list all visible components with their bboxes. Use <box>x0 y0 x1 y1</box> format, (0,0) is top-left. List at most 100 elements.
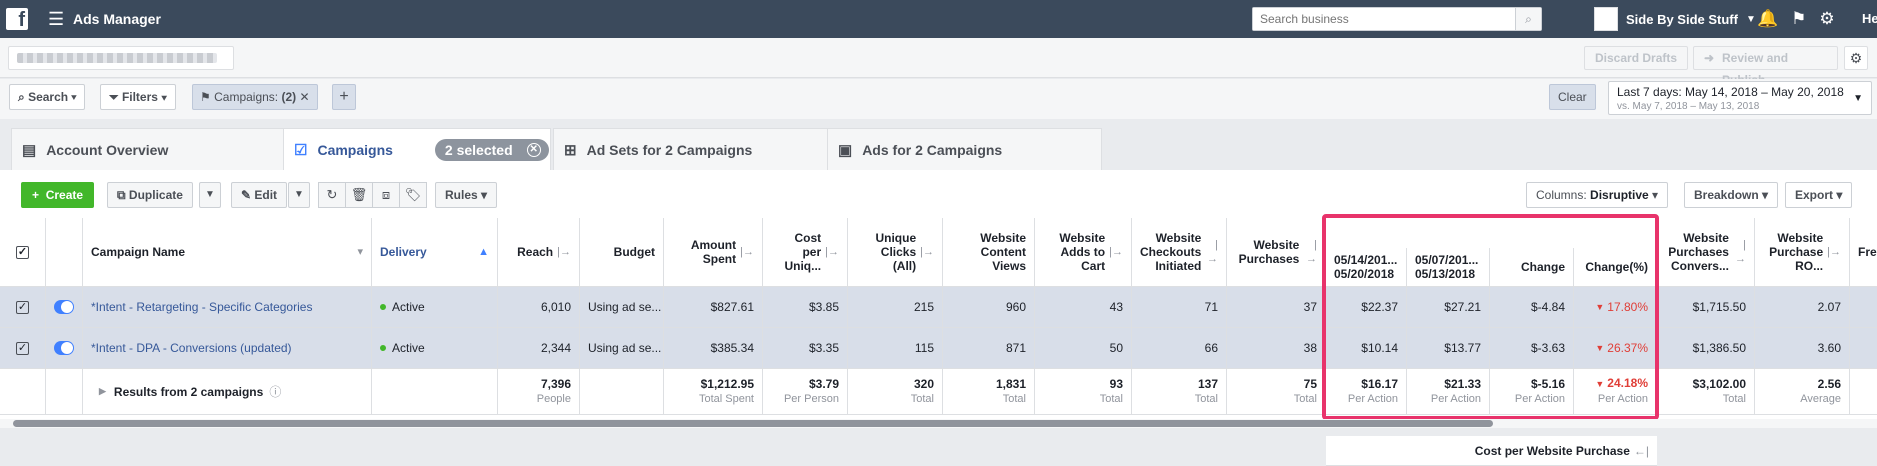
create-button[interactable]: + Create <box>21 182 95 208</box>
search-icon[interactable]: ⌕ <box>1515 8 1541 30</box>
account-selector[interactable]: Side By Side Stuff ▼ <box>1594 7 1756 31</box>
filters-button[interactable]: ⏷ Filters ▾ <box>100 84 177 110</box>
header-label: Website Purchase RO... <box>1769 231 1824 273</box>
trash-icon[interactable]: 🗑 <box>345 182 373 208</box>
unique-clicks-cell: 215 <box>848 287 943 327</box>
edit-button[interactable]: ✎ Edit <box>231 182 288 208</box>
header-adds-to-cart[interactable]: Website Adds to Cart |→ <box>1035 218 1132 287</box>
campaign-name-link[interactable]: *Intent - Retargeting - Specific Categor… <box>83 287 372 327</box>
status-dot-icon <box>380 304 386 310</box>
header-delivery[interactable]: Delivery ▲ <box>372 218 498 287</box>
change-pct-value: 17.80% <box>1607 300 1648 314</box>
header-budget[interactable]: Budget <box>580 218 664 287</box>
totals-clicks: 320 Total <box>848 369 943 414</box>
row-checkbox[interactable]: ✓ <box>0 287 46 327</box>
tab-label: Ads for 2 Campaigns <box>862 141 1003 158</box>
export-label: Export <box>1795 188 1834 202</box>
refresh-icon[interactable]: ↻ <box>318 182 346 208</box>
flag-icon[interactable]: ⚑ <box>1791 9 1806 29</box>
header-roas[interactable]: Website Purchase RO... |→ <box>1755 218 1850 287</box>
gear-icon[interactable]: ⚙ <box>1819 9 1834 29</box>
selected-count-pill[interactable]: 2 selected ✕ <box>434 139 549 161</box>
select-all-checkbox[interactable]: ✓ <box>0 218 46 287</box>
sub-bar: Discard Drafts ➜Review and Publish ⚙ <box>0 38 1877 87</box>
totals-checkouts: 137 Total <box>1132 369 1227 414</box>
add-filter-button[interactable]: + <box>332 84 356 110</box>
header-label: Cost per Uniq... <box>784 231 822 273</box>
row-checkbox[interactable]: ✓ <box>0 328 46 368</box>
totals-label[interactable]: ▶ Results from 2 campaigns ⓘ <box>83 369 372 414</box>
discard-drafts-button[interactable]: Discard Drafts <box>1584 46 1689 70</box>
tab-ad-sets[interactable]: ⊞ Ad Sets for 2 Campaigns <box>553 128 828 170</box>
header-checkouts[interactable]: Website Checkouts Initiated |→ <box>1132 218 1227 287</box>
header-cpp-current[interactable]: 05/14/201... 05/20/2018 <box>1326 248 1407 287</box>
export-button[interactable]: Export ▾ <box>1785 182 1853 208</box>
status-dot-icon <box>380 345 386 351</box>
clear-button[interactable]: Clear <box>1549 84 1596 110</box>
totals-cpu: $3.79 Per Person <box>763 369 848 414</box>
conversion-value-cell: $1,386.50 <box>1659 328 1755 368</box>
tag-icon[interactable]: 🏷 <box>399 182 427 208</box>
facebook-logo[interactable]: f <box>6 8 28 31</box>
header-frequency[interactable]: Fre <box>1850 218 1877 287</box>
header-cpp-change-pct[interactable]: Change(%) <box>1574 248 1657 287</box>
info-icon[interactable]: ⓘ <box>269 383 281 400</box>
chevron-right-icon: ▶ <box>99 386 106 396</box>
cpp-previous-cell: $13.77 <box>1407 328 1490 368</box>
header-cpp-previous[interactable]: 05/07/201... 05/13/2018 <box>1407 248 1490 287</box>
edit-dropdown[interactable]: ▼ <box>288 182 310 208</box>
breakdown-button[interactable]: Breakdown ▾ <box>1684 182 1779 208</box>
header-cpp-change[interactable]: Change <box>1490 248 1574 287</box>
close-icon[interactable]: ✕ <box>526 143 541 157</box>
header-amount-spent[interactable]: Amount Spent |→ <box>664 218 763 287</box>
header-unique-clicks[interactable]: Unique Clicks (All) |→ <box>848 218 943 287</box>
table-row[interactable]: ✓ *Intent - DPA - Conversions (updated) … <box>0 328 1877 369</box>
rules-button[interactable]: Rules ▾ <box>435 182 498 208</box>
row-toggle[interactable] <box>46 328 83 368</box>
header-purchases[interactable]: Website Purchases |→ <box>1227 218 1326 287</box>
header-content-views[interactable]: Website Content Views <box>943 218 1035 287</box>
user-name[interactable]: He <box>1862 11 1877 26</box>
menu-icon[interactable]: ☰ <box>48 9 64 30</box>
tab-account-overview[interactable]: ▤ Account Overview <box>11 128 284 170</box>
header-cost-per-purchase-group[interactable]: Cost per Website Purchase ←| <box>1326 436 1657 466</box>
date-range-picker[interactable]: Last 7 days: May 14, 2018 – May 20, 2018… <box>1608 81 1872 115</box>
row-toggle[interactable] <box>46 287 83 327</box>
search-button[interactable]: ⌕ Search ▾ <box>9 84 86 110</box>
preview-icon[interactable]: ⧈ <box>372 182 400 208</box>
header-reach[interactable]: Reach |→ <box>498 218 580 287</box>
header-cost-per-unique[interactable]: Cost per Uniq... |→ <box>763 218 848 287</box>
horizontal-scrollbar[interactable] <box>13 420 1493 427</box>
campaigns-table: ✓ Campaign Name ▾ Delivery ▲ Reach |→ Budge… <box>0 218 1877 466</box>
totals-sublabel: Per Action <box>1597 393 1648 405</box>
business-search-input[interactable] <box>1253 8 1508 30</box>
filter-bar: ⌕ Search ▾ ⏷ Filters ▾ ⚑ Campaigns: (2) … <box>0 79 1877 119</box>
collapse-icon[interactable]: ←| <box>1634 444 1649 458</box>
totals-spacer <box>0 369 46 414</box>
cpp-change-cell: $-3.63 <box>1490 328 1574 368</box>
campaign-filter-chip[interactable]: ⚑ Campaigns: (2) ✕ <box>192 84 318 110</box>
checkmark-icon: ✓ <box>16 341 29 355</box>
header-campaign-name[interactable]: Campaign Name ▾ <box>83 218 372 287</box>
close-icon[interactable]: ✕ <box>300 90 310 104</box>
delivery-status: Active <box>372 287 498 327</box>
ad-account-selector[interactable] <box>8 46 234 70</box>
review-publish-button[interactable]: ➜Review and Publish <box>1693 46 1838 87</box>
table-row[interactable]: ✓ *Intent - Retargeting - Specific Categ… <box>0 287 1877 328</box>
header-label: Reach <box>517 245 554 259</box>
tab-label: Account Overview <box>46 141 169 158</box>
campaign-name-link[interactable]: *Intent - DPA - Conversions (updated) <box>83 328 372 368</box>
header-conversion-value[interactable]: Website Purchases Convers... |→ <box>1659 218 1755 287</box>
columns-button[interactable]: Columns: Disruptive ▾ <box>1526 182 1669 208</box>
settings-gear-icon[interactable]: ⚙ <box>1844 46 1868 70</box>
totals-sublabel: Per Action <box>1430 392 1481 405</box>
bell-icon[interactable]: 🔔 <box>1757 9 1778 29</box>
duplicate-button[interactable]: ⧉ Duplicate <box>107 182 193 208</box>
tab-campaigns[interactable]: ☑ Campaigns 2 selected ✕ <box>283 128 551 171</box>
duplicate-dropdown[interactable]: ▼ <box>199 182 221 208</box>
cpp-change-pct-cell: ▼ 17.80% <box>1574 287 1657 327</box>
down-arrow-icon: ▼ <box>1595 302 1605 312</box>
tab-ads[interactable]: ▣ Ads for 2 Campaigns <box>827 128 1102 170</box>
chip-label: Campaigns: <box>214 90 279 104</box>
header-label: 05/07/201... 05/13/2018 <box>1415 253 1479 281</box>
